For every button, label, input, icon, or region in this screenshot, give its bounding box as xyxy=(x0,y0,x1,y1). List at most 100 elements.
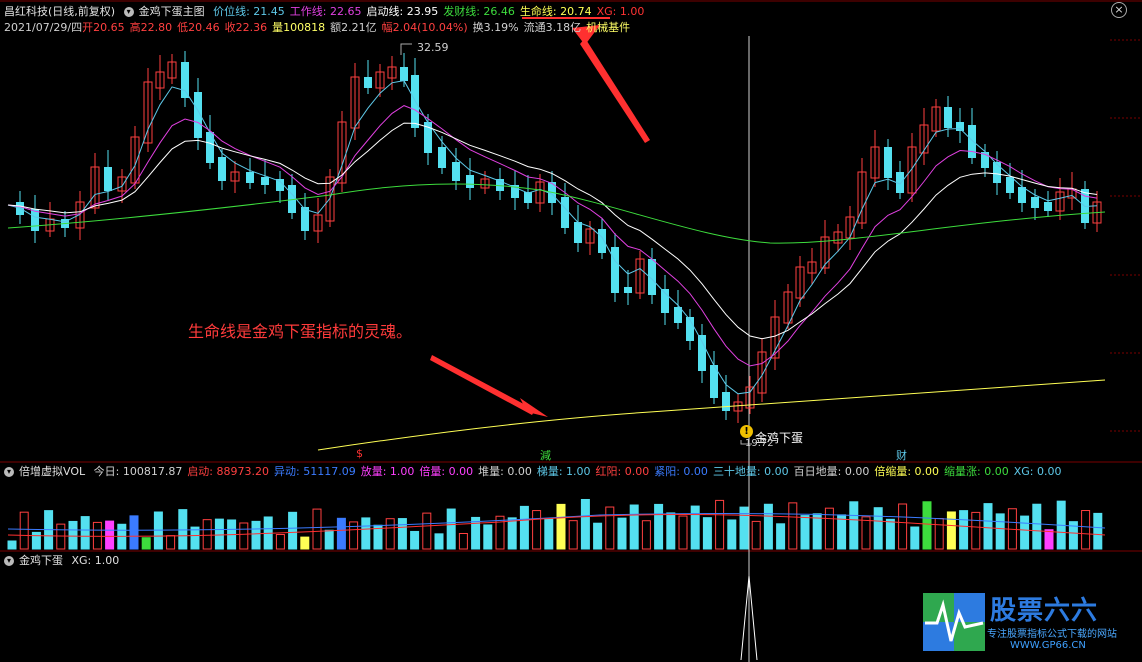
volume-bar xyxy=(849,501,859,550)
indicator-line-value-4: 生命线: 20.74 xyxy=(519,5,592,18)
volume-item-5: 堆量: 0.00 xyxy=(478,465,532,478)
volume-bar xyxy=(483,524,493,550)
candle-body xyxy=(624,287,632,293)
candle-body xyxy=(611,247,619,293)
price-line xyxy=(7,80,1098,395)
candle-body xyxy=(968,125,976,158)
watermark-slogan: 专注股票指标公式下载的网站 xyxy=(987,629,1117,640)
candle-body xyxy=(598,229,606,253)
volume-item-7: 红阳: 0.00 xyxy=(595,465,650,478)
volume-values: 今日: 100817.87 启动: 88973.20 异动: 51117.09 放量:… xyxy=(94,465,1067,478)
quote-bar: 2021/07/29/四开20.65 高22.80 低20.46 收22.36 量100… xyxy=(4,21,640,34)
volume-bar xyxy=(336,517,346,550)
volume-bar xyxy=(1032,503,1042,550)
quote-date: 2021/07/29/四 xyxy=(4,21,83,34)
volume-bar xyxy=(629,504,639,550)
chart-header: 昌红科技(日线,前复权) ▾ 金鸡下蛋主图 价位线: 21.45 工作线: 22.6… xyxy=(4,5,654,18)
quote-item-0: 开20.65 xyxy=(82,21,125,34)
candle-body xyxy=(574,222,582,243)
period-label[interactable]: (日线,前复权) xyxy=(48,5,115,18)
volume-item-10: 百日地量: 0.00 xyxy=(793,465,870,478)
marker-dollar: $ xyxy=(356,447,363,460)
arrow-icon xyxy=(430,355,535,415)
signal-menu-icon[interactable]: ▾ xyxy=(4,556,14,566)
volume-bar xyxy=(702,517,712,550)
close-icon[interactable]: × xyxy=(1111,2,1127,18)
volume-bar xyxy=(239,522,249,550)
candle-body xyxy=(956,122,964,131)
volume-bar xyxy=(324,529,334,550)
volume-bar xyxy=(92,521,102,550)
volume-bar xyxy=(397,518,407,550)
candle-body xyxy=(944,107,952,128)
indicator-line-value-2: 启动线: 23.95 xyxy=(366,5,439,18)
volume-bar xyxy=(641,520,651,550)
volume-bar xyxy=(178,509,188,550)
volume-bar xyxy=(410,530,420,550)
volume-bar xyxy=(812,513,822,550)
candle-body xyxy=(698,335,706,371)
volume-bar xyxy=(300,536,310,550)
candle-body xyxy=(466,175,474,188)
volume-bar xyxy=(361,517,371,550)
volume-bar xyxy=(446,508,456,550)
volume-item-0: 今日: 100817.87 xyxy=(93,465,183,478)
volume-item-1: 启动: 88973.20 xyxy=(187,465,270,478)
volume-bar xyxy=(580,498,590,550)
volume-bar xyxy=(1020,515,1030,550)
volume-bar xyxy=(751,520,761,550)
signal-panel-name[interactable]: 金鸡下蛋 xyxy=(19,554,63,567)
marker-fortune: 财 xyxy=(896,449,907,462)
quote-values: 开20.65 高22.80 低20.46 收22.36 量100818 额2.21亿 幅2.… xyxy=(82,21,635,34)
volume-item-3: 放量: 1.00 xyxy=(360,465,415,478)
volume-bar xyxy=(861,516,871,550)
volume-bar xyxy=(31,531,41,550)
indicator-name[interactable]: 金鸡下蛋主图 xyxy=(139,5,205,18)
volume-bar xyxy=(1093,512,1103,550)
candle-body xyxy=(31,209,39,231)
volume-item-11: 倍缩量: 0.00 xyxy=(874,465,940,478)
volume-item-6: 梯量: 1.00 xyxy=(536,465,591,478)
indicator-menu-icon[interactable]: ▾ xyxy=(123,7,134,17)
quote-item-7: 换3.19% xyxy=(472,21,519,34)
candle-body xyxy=(1044,202,1052,211)
quote-item-3: 收22.36 xyxy=(224,21,268,34)
volume-bar xyxy=(971,511,981,550)
signal-icon: ! xyxy=(740,425,753,438)
volume-item-9: 三十地量: 0.00 xyxy=(712,465,789,478)
candle-body xyxy=(884,147,892,178)
volume-menu-icon[interactable]: ▾ xyxy=(4,467,14,477)
volume-bar xyxy=(532,510,542,550)
watermark-url: WWW.GP66.CN xyxy=(1010,640,1086,651)
volume-bar xyxy=(519,505,529,550)
candle-body xyxy=(364,77,372,88)
quote-item-8: 流通3.18亿 xyxy=(523,21,582,34)
volume-bar xyxy=(166,535,176,550)
volume-bar xyxy=(288,511,298,550)
volume-bar xyxy=(922,501,932,550)
annotation-text: 生命线是金鸡下蛋指标的灵魂。 xyxy=(188,322,413,341)
volume-bar xyxy=(141,537,151,550)
volume-bar xyxy=(873,507,883,550)
volume-bar xyxy=(666,512,676,550)
volume-bar xyxy=(507,517,517,550)
volume-bar xyxy=(885,518,895,550)
volume-item-4: 倍量: 0.00 xyxy=(419,465,474,478)
candle-body xyxy=(400,67,408,81)
volume-bar xyxy=(312,508,322,550)
volume-bar xyxy=(910,526,920,550)
volume-bar xyxy=(678,515,688,550)
quote-item-6: 幅2.04(10.04%) xyxy=(381,21,468,34)
signal-xg-value: XG: 1.00 xyxy=(71,554,120,567)
volume-bar xyxy=(251,520,261,550)
quote-item-1: 高22.80 xyxy=(129,21,173,34)
volume-bar xyxy=(654,503,664,550)
volume-panel-name[interactable]: 倍增虚拟VOL xyxy=(19,465,85,478)
candle-body xyxy=(438,147,446,168)
volume-item-12: 缩量涨: 0.00 xyxy=(944,465,1009,478)
kline-chart[interactable] xyxy=(0,0,1142,662)
quote-item-4: 量100818 xyxy=(272,21,326,34)
signal-panel-header: ▾ 金鸡下蛋 XG: 1.00 xyxy=(4,554,124,567)
candle-body xyxy=(1031,197,1039,208)
volume-bar xyxy=(214,518,224,550)
